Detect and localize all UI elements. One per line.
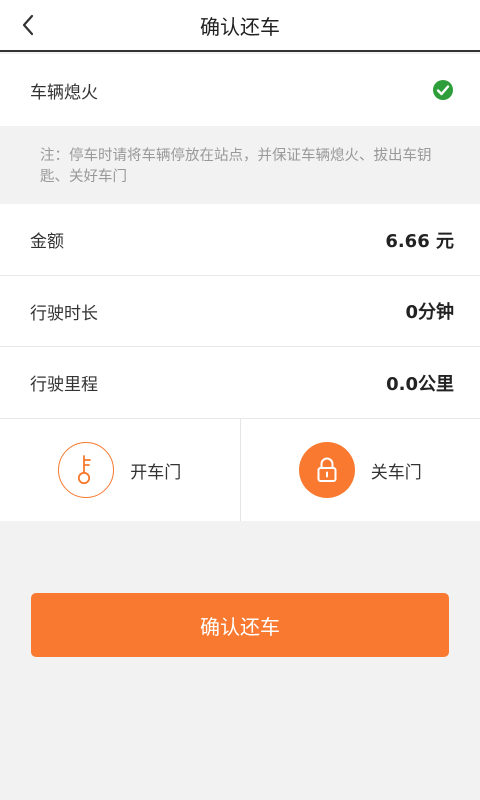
distance-label: 行驶里程 [30, 375, 98, 395]
amount-label: 金额 [30, 232, 64, 252]
app-header: 确认还车 [0, 0, 480, 52]
key-icon [58, 442, 115, 498]
door-controls: 开车门 关车门 [0, 419, 480, 521]
open-door-button[interactable]: 开车门 [0, 419, 240, 521]
duration-value: 0分钟 [405, 302, 454, 323]
parking-note: 注：停车时请将车辆停放在站点，并保证车辆熄火、拔出车钥匙、关好车门 [0, 126, 480, 204]
engine-off-row[interactable]: 车辆熄火 [0, 54, 480, 126]
back-button[interactable] [14, 10, 42, 40]
engine-off-label: 车辆熄火 [30, 82, 98, 103]
duration-label: 行驶时长 [30, 303, 98, 324]
page-title: 确认还车 [200, 14, 280, 39]
open-door-label: 开车门 [130, 462, 182, 483]
duration-row: 行驶时长 0分钟 [0, 276, 480, 346]
lock-icon [298, 442, 355, 498]
chevron-left-icon [22, 14, 34, 36]
amount-row: 金额 6.66 元 [0, 204, 480, 275]
distance-row: 行驶里程 0.0公里 [0, 347, 480, 418]
distance-value: 0.0公里 [386, 373, 454, 395]
close-door-button[interactable]: 关车门 [239, 419, 480, 521]
confirm-return-button[interactable]: 确认还车 [31, 593, 449, 657]
close-door-label: 关车门 [370, 462, 422, 483]
amount-value: 6.66 元 [385, 230, 454, 252]
check-circle-icon [433, 80, 453, 100]
